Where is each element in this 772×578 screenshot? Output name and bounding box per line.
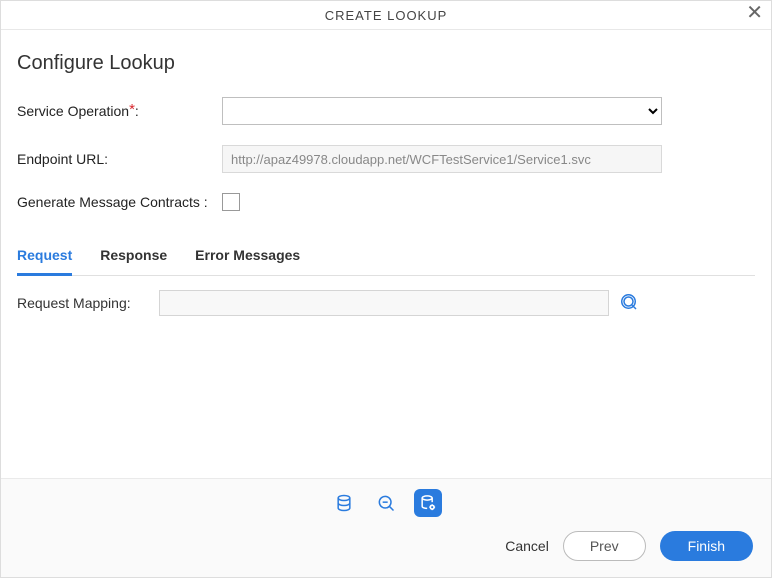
- modal-header: CREATE LOOKUP ✕: [1, 1, 771, 30]
- footer-buttons: Cancel Prev Finish: [1, 525, 771, 577]
- create-lookup-modal: CREATE LOOKUP ✕ Configure Lookup Service…: [0, 0, 772, 578]
- service-operation-label: Service Operation*:: [17, 103, 222, 120]
- database-gear-icon: [418, 493, 438, 513]
- modal-footer: Cancel Prev Finish: [1, 478, 771, 577]
- tab-error-messages[interactable]: Error Messages: [195, 239, 300, 275]
- request-mapping-label: Request Mapping:: [17, 295, 147, 311]
- tab-request[interactable]: Request: [17, 239, 72, 276]
- step-2-icon[interactable]: [372, 489, 400, 517]
- request-mapping-row: Request Mapping:: [17, 290, 755, 316]
- tab-response[interactable]: Response: [100, 239, 167, 275]
- cancel-button[interactable]: Cancel: [505, 538, 549, 554]
- close-button[interactable]: ✕: [746, 3, 763, 23]
- step-1-icon[interactable]: [330, 489, 358, 517]
- prev-button[interactable]: Prev: [563, 531, 646, 561]
- tabs: Request Response Error Messages: [17, 239, 755, 276]
- zoom-out-icon: [376, 493, 396, 513]
- database-icon: [334, 493, 354, 513]
- generate-contracts-checkbox[interactable]: [222, 193, 240, 211]
- service-operation-row: Service Operation*:: [17, 97, 755, 125]
- mapping-search-button[interactable]: [621, 294, 639, 312]
- generate-contracts-label: Generate Message Contracts :: [17, 194, 222, 210]
- endpoint-url-input[interactable]: [222, 145, 662, 173]
- modal-title: CREATE LOOKUP: [325, 8, 448, 23]
- generate-contracts-row: Generate Message Contracts :: [17, 193, 755, 211]
- wizard-steps: [1, 479, 771, 525]
- page-heading: Configure Lookup: [17, 52, 755, 75]
- request-mapping-input[interactable]: [159, 290, 609, 316]
- search-icon: [621, 294, 639, 312]
- required-star-icon: *: [129, 101, 135, 118]
- step-3-icon[interactable]: [414, 489, 442, 517]
- close-icon: ✕: [746, 2, 763, 24]
- finish-button[interactable]: Finish: [660, 531, 753, 561]
- tab-body: Request Mapping:: [17, 276, 755, 330]
- endpoint-url-label: Endpoint URL:: [17, 151, 222, 167]
- service-operation-select[interactable]: [222, 97, 662, 125]
- endpoint-url-row: Endpoint URL:: [17, 145, 755, 173]
- modal-content: Configure Lookup Service Operation*: End…: [1, 30, 771, 478]
